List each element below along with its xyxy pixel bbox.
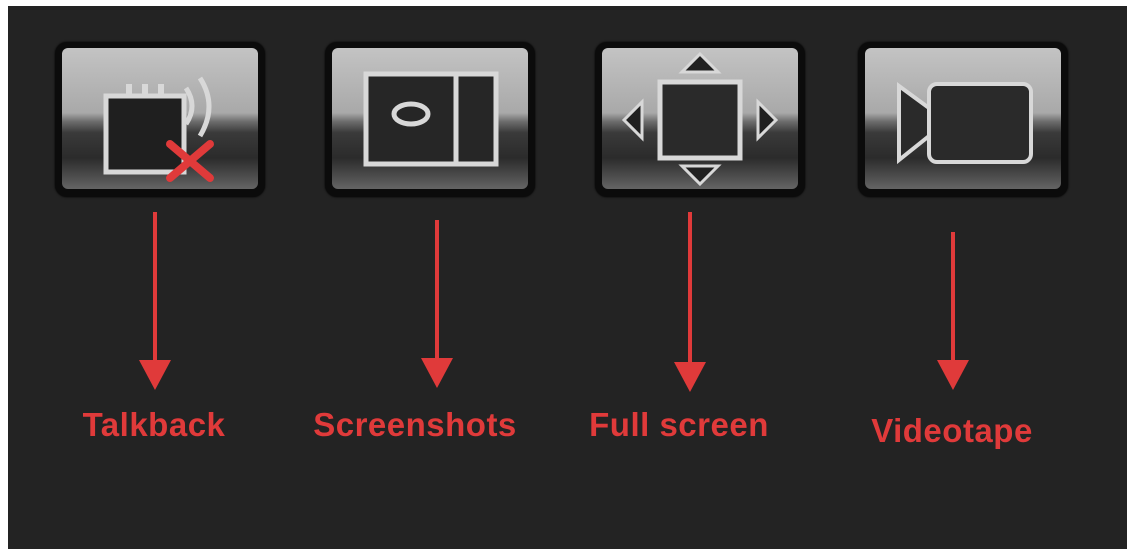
talkback-button[interactable] — [55, 42, 265, 197]
screenshots-button-face — [332, 48, 528, 189]
fullscreen-label: Full screen — [589, 406, 769, 443]
videotape-button-face — [865, 48, 1061, 189]
camera-snapshot-icon — [363, 71, 499, 167]
screenshots-label: Screenshots — [313, 406, 517, 443]
videotape-label: Videotape — [871, 412, 1033, 449]
talkback-label: Talkback — [82, 406, 226, 443]
videotape-button[interactable] — [858, 42, 1068, 197]
fullscreen-button-face — [602, 48, 798, 189]
video-camera-icon — [897, 82, 1033, 165]
fullscreen-button[interactable] — [595, 42, 805, 197]
talkback-button-face — [62, 48, 258, 189]
talkback-muted-icon — [103, 76, 214, 182]
screenshots-button[interactable] — [325, 42, 535, 197]
fullscreen-arrows-icon — [621, 51, 779, 187]
